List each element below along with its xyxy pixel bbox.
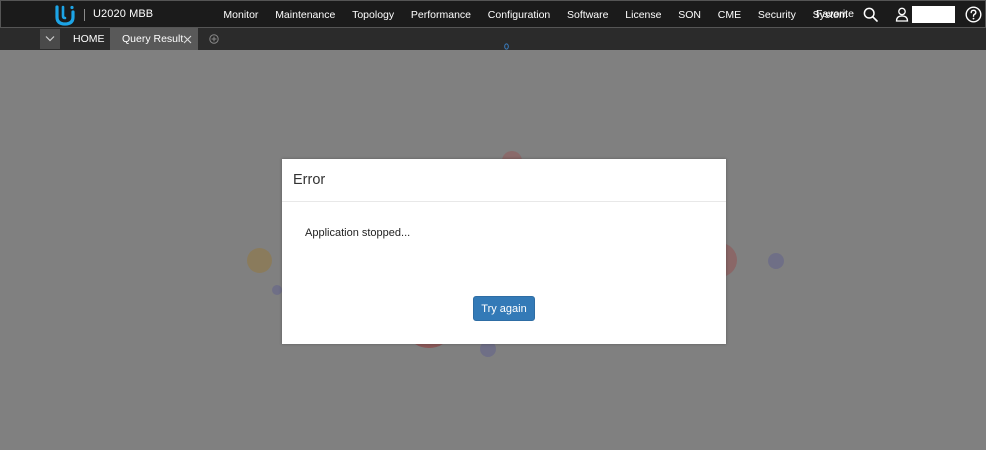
product-name: U2020 MBB	[93, 8, 154, 20]
tab-home[interactable]: HOME	[64, 29, 114, 49]
tab-list-dropdown[interactable]	[40, 29, 60, 49]
logo-separator	[84, 9, 85, 21]
background-bubble	[247, 248, 272, 273]
top-navigation-bar: U2020 MBB Monitor Maintenance Topology P…	[0, 0, 986, 28]
dialog-header: Error	[282, 159, 726, 202]
menu-configuration[interactable]: Configuration	[479, 9, 558, 21]
menu-license[interactable]: License	[617, 9, 670, 21]
user-icon[interactable]	[895, 7, 909, 22]
huawei-u-logo-icon[interactable]	[54, 4, 76, 26]
menu-son[interactable]: SON	[670, 9, 710, 21]
favorite-button[interactable]: Favorite	[816, 8, 854, 20]
tab-query-result[interactable]: Query Result	[110, 28, 198, 50]
dialog-message: Application stopped...	[305, 227, 411, 239]
menu-security[interactable]: Security	[750, 9, 805, 21]
menu-cme[interactable]: CME	[709, 9, 749, 21]
search-icon[interactable]	[863, 7, 878, 22]
menu-performance[interactable]: Performance	[403, 9, 480, 21]
tab-bar: HOME Query Result	[0, 28, 986, 50]
close-icon[interactable]	[183, 35, 192, 44]
tab-query-result-label: Query Result	[122, 33, 184, 45]
background-bubble	[768, 253, 784, 269]
menu-monitor[interactable]: Monitor	[215, 9, 267, 21]
menu-maintenance[interactable]: Maintenance	[267, 9, 344, 21]
error-dialog: Error Application stopped... Try again	[282, 159, 726, 344]
help-icon[interactable]	[965, 6, 982, 23]
chevron-down-icon	[45, 36, 55, 42]
dialog-title: Error	[293, 172, 326, 188]
try-again-button[interactable]: Try again	[473, 296, 535, 321]
menu-software[interactable]: Software	[559, 9, 617, 21]
menu-topology[interactable]: Topology	[344, 9, 403, 21]
main-menu: Monitor Maintenance Topology Performance…	[215, 1, 856, 28]
add-tab-icon[interactable]	[209, 34, 219, 44]
username-box[interactable]	[912, 6, 955, 23]
loading-indicator-icon	[504, 43, 509, 50]
background-bubble	[272, 285, 282, 295]
